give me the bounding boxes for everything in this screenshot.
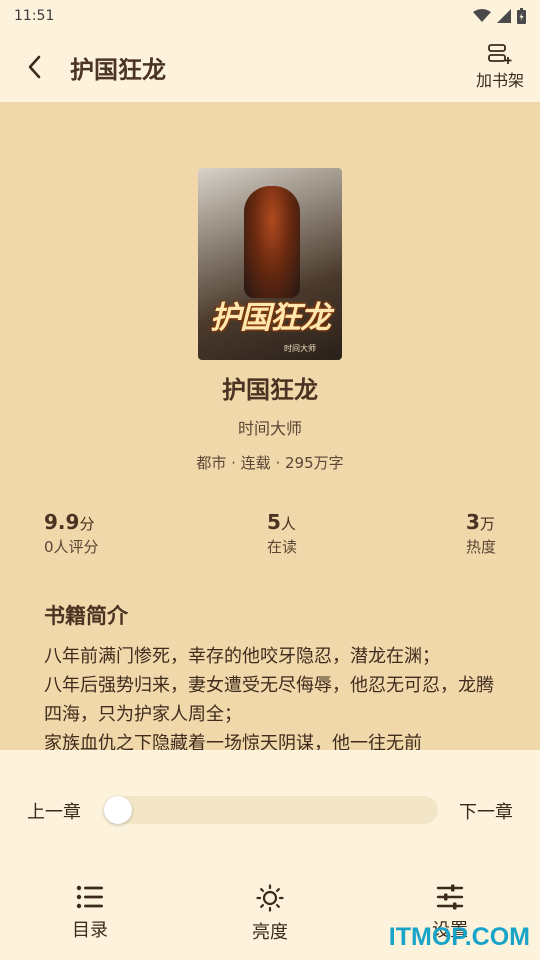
slider-thumb[interactable]	[104, 796, 132, 824]
battery-icon	[517, 8, 526, 24]
catalog-label: 目录	[72, 920, 108, 941]
chevron-left-icon	[28, 55, 41, 79]
book-cover[interactable]: 护国狂龙 时间大师	[198, 168, 342, 360]
book-meta: 都市 · 连载 · 295万字	[196, 454, 344, 472]
book-author: 时间大师	[237, 419, 302, 438]
book-stats: 9.9分 0人评分 5人 在读 3万 热度	[0, 510, 540, 570]
sun-icon	[256, 884, 284, 912]
back-button[interactable]	[0, 32, 70, 102]
stat-popularity: 3万 热度	[466, 510, 496, 557]
cover-author: 时间大师	[284, 344, 316, 353]
book-title: 护国狂龙	[222, 376, 318, 404]
cover-title: 护国狂龙	[210, 300, 331, 336]
prev-chapter-button[interactable]: 上一章	[27, 798, 81, 824]
page-title: 护国狂龙	[70, 55, 166, 84]
stat-readers-value: 5	[267, 510, 281, 534]
stat-readers: 5人 在读	[267, 510, 297, 557]
stat-readers-unit: 人	[280, 515, 296, 533]
catalog-button[interactable]: 目录	[45, 884, 135, 948]
cover-figure-illustration	[244, 186, 300, 298]
reader-control-panel: 上一章 下一章 目录 亮度 设置 ITMOP.COM	[0, 750, 540, 960]
stat-readers-label: 在读	[267, 538, 298, 556]
stat-popularity-value: 3	[465, 510, 480, 534]
intro-text: 八年前满门惨死，幸存的他咬牙隐忍，潜龙在渊； 八年后强势归来，妻女遭受无尽侮辱，…	[44, 646, 494, 750]
chapter-progress-slider[interactable]	[104, 796, 438, 824]
stat-rating: 9.9分 0人评分	[44, 510, 99, 557]
stat-rating-value: 9.9	[44, 510, 80, 534]
bookshelf-add-icon	[488, 44, 512, 64]
brightness-label: 亮度	[252, 922, 288, 943]
stat-rating-unit: 分	[79, 515, 95, 533]
brightness-button[interactable]: 亮度	[225, 884, 315, 948]
add-to-shelf-button[interactable]: 加书架	[460, 32, 540, 102]
add-to-shelf-label: 加书架	[475, 71, 524, 90]
intro-heading: 书籍简介	[44, 604, 128, 628]
next-chapter-button[interactable]: 下一章	[459, 798, 513, 824]
status-time: 11:51	[14, 8, 55, 24]
stat-popularity-label: 热度	[465, 538, 496, 556]
status-bar: 11:51	[0, 0, 540, 32]
status-icons	[473, 8, 526, 24]
book-detail-content[interactable]: 护国狂龙 时间大师 护国狂龙 时间大师 都市 · 连载 · 295万字 9.9分…	[0, 102, 540, 750]
app-bar: 护国狂龙 加书架	[0, 32, 540, 102]
stat-popularity-unit: 万	[479, 515, 495, 533]
signal-icon	[497, 9, 511, 23]
stat-rating-label: 0人评分	[44, 538, 99, 556]
sliders-icon	[436, 884, 464, 910]
wifi-icon	[473, 9, 491, 22]
list-icon	[76, 885, 103, 909]
watermark: ITMOP.COM	[388, 923, 530, 951]
